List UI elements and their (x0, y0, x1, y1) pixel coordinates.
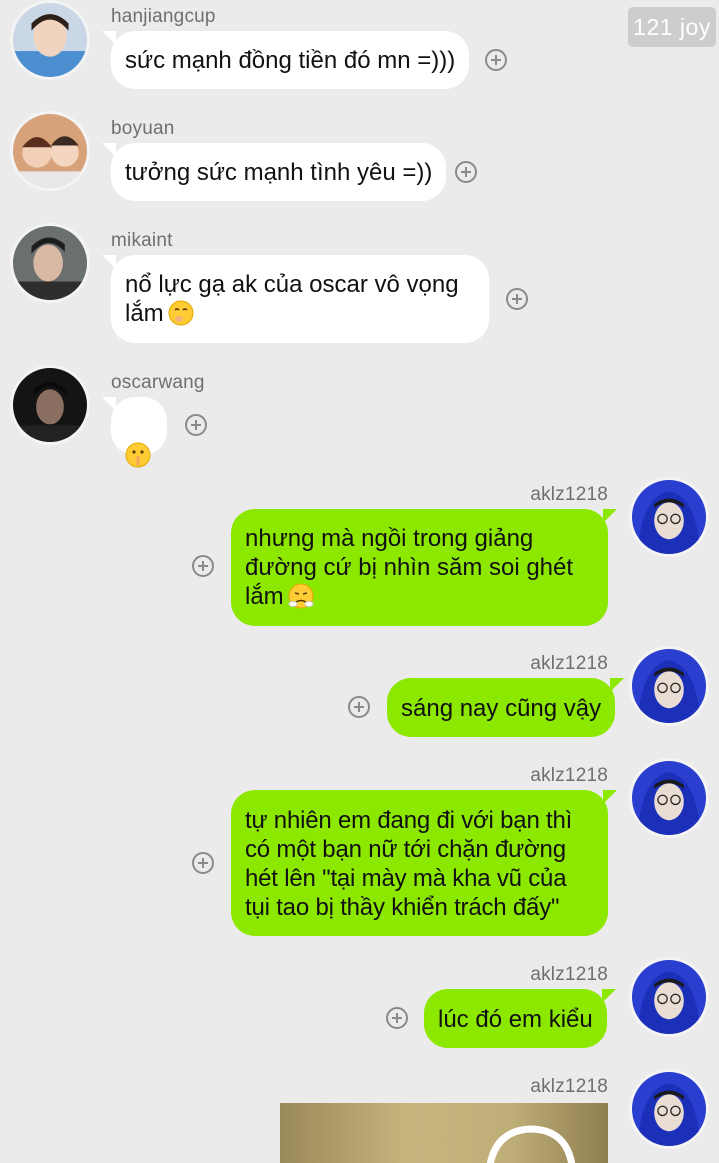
plus-circle-icon[interactable] (506, 288, 528, 310)
message-bubble[interactable]: tự nhiên em đang đi với bạn thì có một b… (231, 790, 617, 936)
message-bubble[interactable]: sức mạnh đồng tiền đó mn =))) (101, 31, 470, 89)
plus-circle-icon[interactable] (485, 49, 507, 71)
avatar[interactable] (629, 758, 709, 838)
shushing-face-emoji-icon (125, 413, 151, 468)
avatar[interactable] (629, 1069, 709, 1149)
image-attachment[interactable] (280, 1103, 608, 1163)
plus-circle-icon[interactable] (348, 696, 370, 718)
avatar[interactable] (629, 646, 709, 726)
username: oscarwang (111, 372, 205, 393)
shushing-yawn-emoji-icon (168, 300, 194, 326)
username: aklz1218 (530, 484, 608, 505)
username: aklz1218 (530, 765, 608, 786)
username: aklz1218 (530, 1076, 608, 1097)
message-line: nhưng mà ngồi trong giảng (245, 525, 534, 552)
plus-circle-icon[interactable] (455, 161, 477, 183)
message-line: nổ lực gạ ak của oscar vô vọng (125, 271, 459, 298)
watermark-badge: 121 joy (628, 7, 716, 47)
plus-circle-icon[interactable] (192, 555, 214, 577)
username: boyuan (111, 118, 175, 139)
steam-nose-emoji-icon (288, 583, 314, 609)
message-line: đường cứ bị nhìn săm soi ghét (245, 554, 574, 581)
message-bubble[interactable] (102, 397, 167, 468)
message-line: lắm (125, 299, 475, 328)
username: aklz1218 (530, 653, 608, 674)
username: hanjiangcup (111, 6, 216, 27)
avatar[interactable] (10, 0, 90, 80)
message-bubble[interactable]: tưởng sức mạnh tình yêu =)) (101, 143, 447, 201)
avatar[interactable] (10, 223, 90, 303)
message-text: lắm (245, 583, 284, 610)
plus-circle-icon[interactable] (185, 414, 207, 436)
plus-circle-icon[interactable] (192, 852, 214, 874)
avatar[interactable] (10, 111, 90, 191)
username: mikaint (111, 230, 173, 251)
avatar[interactable] (10, 365, 90, 445)
avatar[interactable] (629, 477, 709, 557)
plus-circle-icon[interactable] (386, 1007, 408, 1029)
message-bubble[interactable]: nổ lực gạ ak của oscar vô vọng lắm (102, 255, 489, 343)
message-bubble[interactable]: sáng nay cũng vậy (387, 678, 625, 737)
username: aklz1218 (530, 964, 608, 985)
message-bubble[interactable]: lúc đó em kiểu (424, 989, 616, 1048)
avatar[interactable] (629, 957, 709, 1037)
message-text: lắm (125, 300, 164, 327)
message-bubble[interactable]: nhưng mà ngồi trong giảng đường cứ bị nh… (231, 509, 617, 626)
message-line: lắm (245, 582, 594, 611)
